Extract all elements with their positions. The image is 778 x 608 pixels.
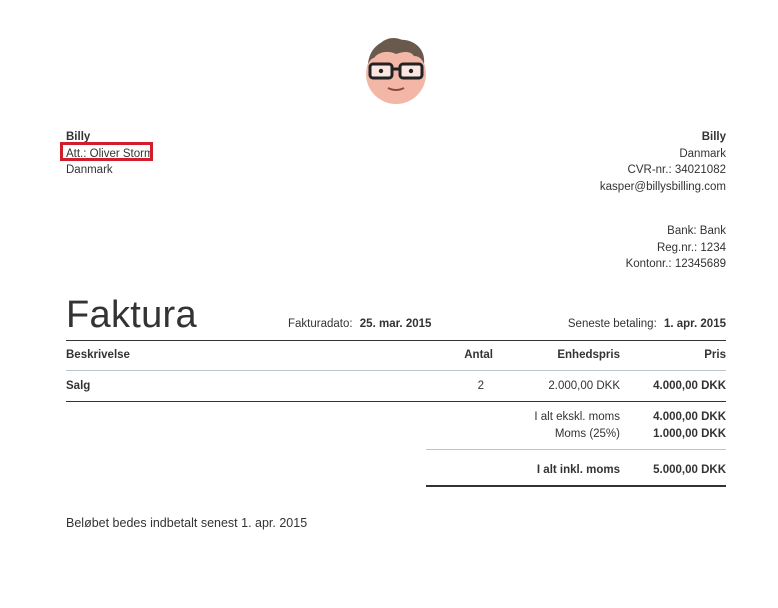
subtotal-value: 4.000,00 DKK xyxy=(653,411,726,423)
payment-note: Beløbet bedes indbetalt senest 1. apr. 2… xyxy=(66,516,308,530)
row-unit-price: 2.000,00 DKK xyxy=(548,380,620,392)
col-header-unit-price: Enhedspris xyxy=(557,349,620,361)
col-header-quantity: Antal xyxy=(464,349,493,361)
total-underline xyxy=(426,485,726,487)
sender-country: Danmark xyxy=(679,147,726,160)
company-logo xyxy=(364,36,428,104)
row-quantity: 2 xyxy=(477,380,484,392)
cartoon-face-with-glasses-icon xyxy=(366,38,426,104)
invoice-title: Faktura xyxy=(66,294,197,336)
header-divider xyxy=(66,340,726,341)
sender-email: kasper@billysbilling.com xyxy=(599,180,726,193)
header-row-divider xyxy=(66,370,726,371)
highlight-box xyxy=(60,142,153,161)
row-description: Salg xyxy=(66,380,91,392)
invoice-date: Fakturadato: 25. mar. 2015 xyxy=(288,318,431,330)
table-bottom-divider xyxy=(66,401,726,402)
due-date-value: 1. apr. 2015 xyxy=(663,318,726,330)
recipient-address: Billy Att.: Oliver Storm Danmark xyxy=(60,129,154,179)
row-price: 4.000,00 DKK xyxy=(653,380,726,392)
invoice-date-label: Fakturadato: xyxy=(288,318,353,330)
sender-name: Billy xyxy=(701,131,726,143)
bank-account: Kontonr.: 12345689 xyxy=(625,258,726,270)
total-label: I alt inkl. moms xyxy=(536,464,620,476)
col-header-description: Beskrivelse xyxy=(66,349,130,361)
due-date: Seneste betaling: 1. apr. 2015 xyxy=(568,318,726,330)
vat-label: Moms (25%) xyxy=(554,428,620,440)
subtotal-label: I alt ekskl. moms xyxy=(534,411,620,423)
vat-value: 1.000,00 DKK xyxy=(653,428,726,440)
bank-reg: Reg.nr.: 1234 xyxy=(656,241,726,254)
col-header-price: Pris xyxy=(704,349,726,361)
recipient-country: Danmark xyxy=(66,164,113,176)
totals-divider xyxy=(426,449,726,450)
bank-name: Bank: Bank xyxy=(667,225,726,237)
sender-address: Billy Danmark CVR-nr.: 34021082 kasper@b… xyxy=(600,129,726,195)
bank-details: Bank: Bank Reg.nr.: 1234 Kontonr.: 12345… xyxy=(626,223,726,273)
due-date-label: Seneste betaling: xyxy=(567,318,657,330)
invoice-date-value: 25. mar. 2015 xyxy=(359,318,432,330)
total-value: 5.000,00 DKK xyxy=(653,464,726,476)
sender-cvr: CVR-nr.: 34021082 xyxy=(627,164,726,176)
